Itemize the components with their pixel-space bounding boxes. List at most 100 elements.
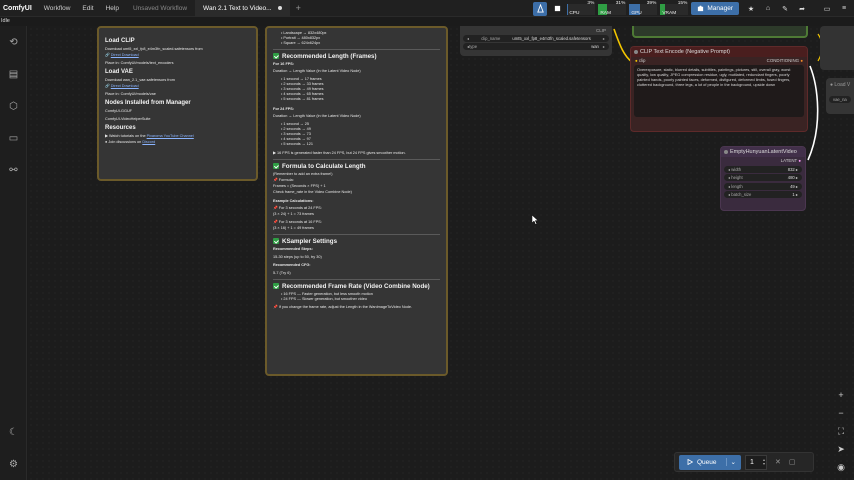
load-vae-heading: Load VAE xyxy=(105,69,133,75)
width-widget[interactable]: ◂ width 832 ▸ xyxy=(724,165,802,173)
check-icon xyxy=(273,53,279,59)
latent-output[interactable]: LATENT ● xyxy=(721,157,805,164)
pin-icon: 📌 xyxy=(273,220,278,224)
discord-link[interactable]: Discord xyxy=(142,140,155,144)
brush-icon[interactable]: ✎ xyxy=(778,2,792,16)
fps16-label: For 16 FPS: xyxy=(273,62,295,66)
conditioning-output[interactable]: CONDITIONING ● xyxy=(767,58,803,63)
clip-input[interactable]: ● clip xyxy=(635,58,645,63)
node-load-clip[interactable]: CLIP ◂ clip_name umt5_xxl_fp8_e4m3fn_scale… xyxy=(460,26,612,56)
node-positive-prompt[interactable] xyxy=(632,26,808,38)
pin-icon: 📌 xyxy=(273,206,278,210)
fps24-item: • 5 seconds → 121 xyxy=(281,142,313,146)
chain-icon: 🔗 xyxy=(105,84,110,88)
note-settings-guide[interactable]: • Landscape → 832x480px • Portrait → 480… xyxy=(265,26,448,376)
zoom-in-icon[interactable]: + xyxy=(832,388,850,403)
app-root: ComfyUI Workflow Edit Help Unsaved Workf… xyxy=(0,0,854,480)
formula-label: 📌 Formula: xyxy=(273,178,294,182)
share-icon[interactable]: ➦ xyxy=(795,2,809,16)
star-icon[interactable]: ★ xyxy=(744,2,758,16)
node-title: CLIP Text Encode (Negative Prompt) xyxy=(631,47,807,57)
cpu-pct: 3% xyxy=(587,1,595,6)
note-downloads[interactable]: Load CLIP Download umt5_xxl_fp8_e4m3fn_s… xyxy=(97,26,258,181)
height-widget[interactable]: ◂ height 480 ▸ xyxy=(724,174,802,181)
fps-note: ▶ 16 FPS is generated faster than 24 FPS… xyxy=(273,151,406,155)
queue-button[interactable]: Queue ⌄ xyxy=(679,454,741,470)
chevron-down-icon[interactable]: ⌄ xyxy=(725,458,736,466)
yellow-dot-icon: ● xyxy=(635,58,638,63)
vram-meter: 15% VRAM xyxy=(660,1,689,16)
batch-count-input[interactable]: 1 ▴ ▾ xyxy=(745,454,767,470)
menu-workflow[interactable]: Workflow xyxy=(38,5,77,12)
new-tab-plus-icon[interactable]: + xyxy=(290,3,307,13)
top-right-toolbar: 3% CPU 31% RAM 39% GPU 15% VRAM Manager xyxy=(533,0,854,17)
gpu-meter: 39% GPU xyxy=(629,1,658,16)
node-title: EmptyHunyuanLatentVideo xyxy=(721,147,805,157)
clip-name-value: umt5_xxl_fp8_e4m3fn_scaled.safetensors xyxy=(512,35,591,41)
chat-icon: ● xyxy=(105,140,108,144)
model-download-icon[interactable]: ⌂ xyxy=(761,2,775,16)
load-vae-title: Load V xyxy=(834,82,851,88)
node-empty-hunyuan-latent-video[interactable]: EmptyHunyuanLatentVideo LATENT ● ◂ width… xyxy=(720,146,806,211)
menu-icon[interactable]: ≡ xyxy=(837,2,851,16)
top-bar: ComfyUI Workflow Edit Help Unsaved Workf… xyxy=(0,0,854,17)
example-24: (3 × 24) + 1 = 73 frames xyxy=(273,212,314,216)
divider xyxy=(273,234,440,235)
cfg-value: 5-7 (Try 6) xyxy=(273,271,291,275)
clear-queue-square-icon[interactable]: ▢ xyxy=(789,458,796,466)
graph-canvas[interactable]: Load CLIP Download umt5_xxl_fp8_e4m3fn_s… xyxy=(28,26,854,480)
gpu-pct: 39% xyxy=(646,1,657,6)
status-text: Idle xyxy=(1,18,10,24)
tab-unsaved-workflow[interactable]: Unsaved Workflow xyxy=(125,0,195,17)
type-widget[interactable]: ◂ type wan ▸ xyxy=(463,43,609,50)
load-vae-download-link[interactable]: Direct Download xyxy=(111,84,139,88)
menu-help[interactable]: Help xyxy=(100,5,125,12)
queue-label: Queue xyxy=(697,458,717,466)
toggle-links-icon[interactable]: ◉ xyxy=(832,460,850,475)
negative-prompt-textarea[interactable]: Overexposure, static, blurred details, s… xyxy=(634,65,804,117)
arrow-left-icon: ◂ xyxy=(467,35,470,41)
latent-link xyxy=(807,65,819,161)
load-clip-place: Place in: ComfyUI/models/text_encoders xyxy=(105,61,174,65)
resources-item: ▶ Watch tutorials on the Pixaroma YouTub… xyxy=(105,134,194,138)
puzzle-icon xyxy=(698,5,704,12)
workflows-folder-icon[interactable]: ▭ xyxy=(7,132,20,145)
menu-edit[interactable]: Edit xyxy=(76,5,99,12)
length-widget[interactable]: ◂ length 49 ▸ xyxy=(724,182,802,190)
templates-network-icon[interactable]: ⚯ xyxy=(7,164,20,177)
stop-icon[interactable] xyxy=(550,2,564,16)
load-clip-download-link[interactable]: Direct Download xyxy=(111,53,139,57)
mouse-cursor-icon xyxy=(532,215,539,225)
clip-name-widget[interactable]: ◂ clip_name umt5_xxl_fp8_e4m3fn_scaled.saf… xyxy=(463,34,609,42)
example-16-label: 📌 For 3 seconds at 16 FPS: xyxy=(273,220,322,224)
youtube-link[interactable]: Pixaroma YouTube Channel xyxy=(147,134,194,138)
queue-list-icon[interactable]: ▤ xyxy=(7,68,20,81)
example-16: (3 × 16) + 1 = 49 frames xyxy=(273,226,314,230)
panel-toggle-icon[interactable]: ▭ xyxy=(820,2,834,16)
pin-icon: 📌 xyxy=(273,178,278,182)
tab-wan-text-to-video[interactable]: Wan 2.1 Text to Video... xyxy=(195,0,290,17)
select-mode-icon[interactable]: ➤ xyxy=(832,442,850,457)
history-icon[interactable]: ⟲ xyxy=(7,36,20,49)
clear-vram-icon[interactable] xyxy=(533,1,548,16)
fit-view-icon[interactable]: ⛶ xyxy=(832,424,850,439)
zoom-out-icon[interactable]: − xyxy=(832,406,850,421)
framerate-note: 📌 If you change the frame rate, adjust t… xyxy=(273,305,412,309)
batch-size-widget[interactable]: ◂ batch_size 1 ▸ xyxy=(724,191,802,198)
cancel-x-icon[interactable]: ✕ xyxy=(775,458,781,466)
load-clip-text: Download umt5_xxl_fp8_e4m3fn_scaled.safe… xyxy=(105,47,203,51)
node-clip-text-encode-negative[interactable]: CLIP Text Encode (Negative Prompt) ● cli… xyxy=(630,46,808,132)
node-partial-right-top[interactable] xyxy=(820,26,854,70)
node-load-vae-partial[interactable]: ● Load V vae_na xyxy=(826,78,854,114)
vae-name-widget[interactable]: vae_na xyxy=(829,96,851,103)
settings-gear-icon[interactable]: ⚙ xyxy=(7,458,20,471)
fps16-item: • 5 seconds → 81 frames xyxy=(281,97,324,101)
theme-moon-icon[interactable]: ☾ xyxy=(7,426,20,439)
manager-button[interactable]: Manager xyxy=(691,2,739,15)
resources-heading: Resources xyxy=(105,125,136,131)
cpu-meter-fill xyxy=(567,4,569,15)
stepper-icon: ▴ ▾ xyxy=(762,457,765,466)
framerate-heading: Recommended Frame Rate (Video Combine No… xyxy=(273,283,440,289)
node-library-cube-icon[interactable]: ⬡ xyxy=(7,100,20,113)
framerate-item: • 24 FPS — Slower generation, but smooth… xyxy=(281,297,367,301)
